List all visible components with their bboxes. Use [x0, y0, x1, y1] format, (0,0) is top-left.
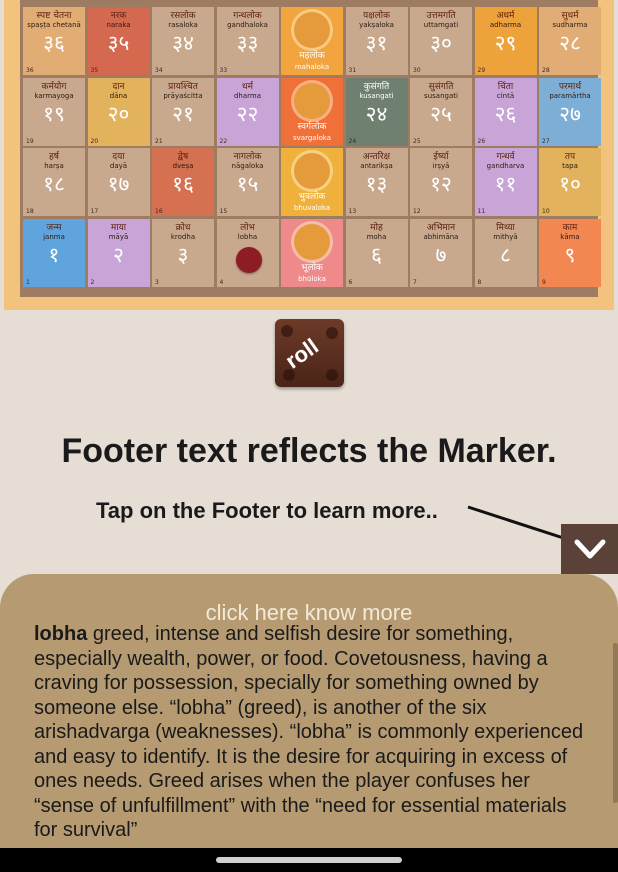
home-indicator[interactable]	[216, 857, 402, 863]
info-footer[interactable]: click here know more lobha greed, intens…	[0, 574, 618, 848]
footer-term: lobha	[34, 623, 88, 645]
footer-scrollbar[interactable]	[613, 643, 618, 803]
footer-description-text: greed, intense and selfish desire for so…	[34, 623, 584, 841]
system-nav-bar	[0, 848, 618, 872]
chevron-down-icon	[574, 539, 606, 559]
footer-description: lobha greed, intense and selfish desire …	[34, 622, 594, 843]
footer-toggle-button[interactable]	[561, 524, 618, 574]
